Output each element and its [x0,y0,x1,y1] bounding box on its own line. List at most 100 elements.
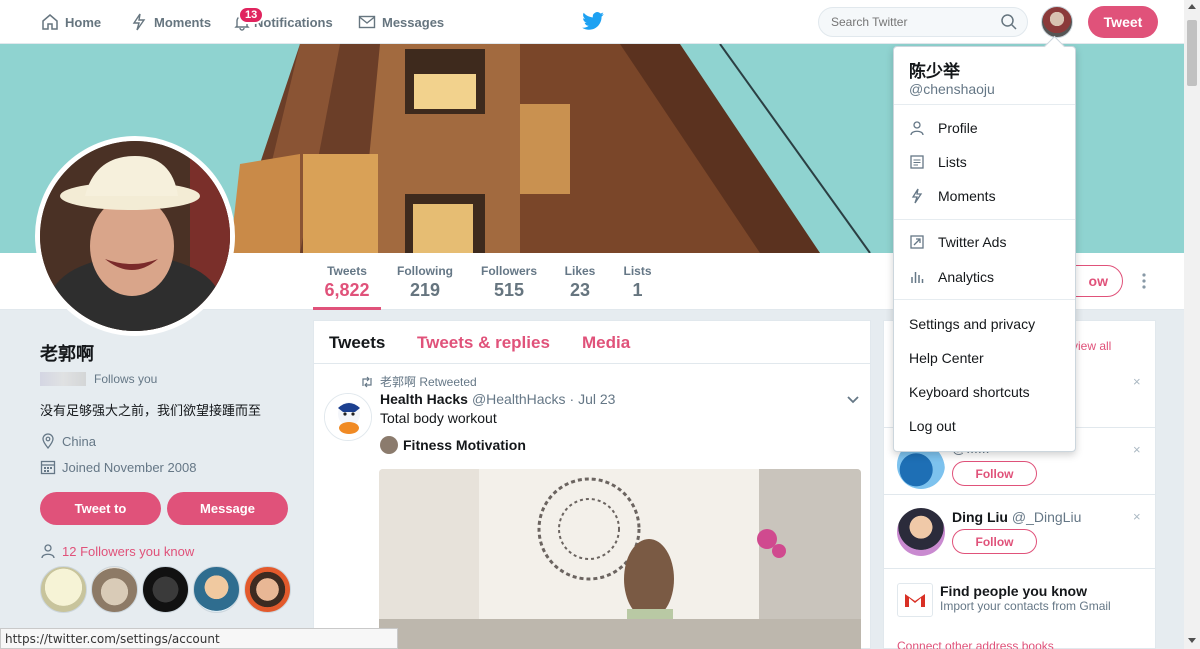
stat-value: 219 [409,280,441,300]
followers-you-know-label: 12 Followers you know [62,543,195,559]
follower-avatar[interactable] [40,566,87,613]
profile-actions: Tweet to Message [40,492,288,525]
suggested-name-row[interactable]: Ding Liu @_DingLiu [952,509,1081,525]
tweet-author-name[interactable]: Health Hacks [380,391,468,407]
tweet-card-title[interactable]: Fitness Motivation [380,436,526,454]
account-avatar-button[interactable] [1041,6,1073,38]
stat-likes[interactable]: Likes 23 [560,253,600,310]
suggested-avatar[interactable] [897,508,945,556]
scroll-thumb[interactable] [1187,20,1197,86]
nav-notifications-label: Notifications [254,14,333,30]
nav-home[interactable]: Home [41,0,101,44]
menu-item-analytics[interactable]: Analytics [909,269,994,285]
retweet-context-label: 老郭啊 Retweeted [380,375,477,389]
home-icon [42,14,58,30]
followers-you-know-avatars [40,566,291,613]
lists-icon [910,155,924,169]
card-avatar [380,436,398,454]
profile-name[interactable]: 老郭啊 [40,340,300,366]
menu-item-label: Settings and privacy [909,316,1036,332]
search-input[interactable] [818,7,1028,37]
find-people-title[interactable]: Find people you know [940,583,1087,599]
dismiss-icon[interactable]: × [1133,509,1141,524]
scroll-up-arrow-icon[interactable] [1188,4,1196,9]
stat-followers[interactable]: Followers 515 [477,253,541,310]
stat-lists[interactable]: Lists 1 [620,253,655,310]
connect-address-books-link[interactable]: Connect other address books [897,639,1054,649]
lightning-icon [132,13,146,31]
menu-item-keyboard-shortcuts[interactable]: Keyboard shortcuts [909,384,1030,400]
dropdown-user-name[interactable]: 陈少举 [909,57,960,82]
menu-item-twitter-ads[interactable]: Twitter Ads [909,234,1006,250]
menu-item-label: Profile [938,120,978,136]
page-scrollbar[interactable] [1184,0,1200,649]
more-options-icon[interactable] [1138,271,1150,291]
gmail-icon[interactable] [897,583,933,617]
tweet-date[interactable]: · Jul 23 [570,391,616,407]
nav-messages[interactable]: Messages [358,0,444,44]
stat-label: Tweets [327,264,367,278]
stat-label: Following [397,264,453,278]
scroll-down-arrow-icon[interactable] [1188,638,1196,643]
follower-avatar[interactable] [193,566,240,613]
followers-you-know-link[interactable]: 12 Followers you know [40,543,194,559]
menu-item-label: Moments [938,188,996,204]
who-to-follow-item [897,508,945,556]
card-title-text: Fitness Motivation [403,437,526,453]
lightning-icon [911,188,923,204]
retweet-context: 老郭啊 Retweeted [360,373,477,390]
twitter-bird-icon[interactable] [582,12,604,30]
follow-suggested-button[interactable]: Follow [952,461,1037,486]
location-text: China [62,433,96,449]
follower-avatar[interactable] [91,566,138,613]
menu-item-moments[interactable]: Moments [909,188,996,204]
menu-item-label: Log out [909,418,956,434]
view-all-link[interactable]: view all [1072,339,1111,353]
menu-item-profile[interactable]: Profile [909,120,978,136]
stat-following[interactable]: Following 219 [393,253,457,310]
menu-item-lists[interactable]: Lists [909,154,967,170]
menu-item-help-center[interactable]: Help Center [909,350,984,366]
tweet-media-image [379,469,861,649]
menu-item-log-out[interactable]: Log out [909,418,956,434]
profile-joined: Joined November 2008 [40,459,300,475]
stat-value: 515 [493,280,525,300]
nav-messages-label: Messages [382,14,445,30]
find-people-subtitle: Import your contacts from Gmail [940,599,1111,613]
dropdown-user-handle[interactable]: @chenshaoju [909,81,995,97]
follower-avatar[interactable] [244,566,291,613]
tab-tweets[interactable]: Tweets [329,333,385,353]
follow-suggested-button[interactable]: Follow [952,529,1037,554]
dismiss-icon[interactable]: × [1133,374,1141,389]
nav-moments-label: Moments [154,14,212,30]
stat-value: 23 [569,280,591,300]
menu-item-settings-privacy[interactable]: Settings and privacy [909,316,1035,332]
tab-media[interactable]: Media [582,333,630,353]
profile-location: China [40,433,300,449]
nav-moments[interactable]: Moments [130,0,211,44]
profile-bio: 没有足够强大之前，我们欲望接踵而至 [40,403,262,418]
message-button[interactable]: Message [167,492,288,525]
menu-divider [894,104,1075,105]
stream-tabs: Tweets Tweets & replies Media [314,321,870,364]
dismiss-icon[interactable]: × [1133,442,1141,457]
tweet-to-button[interactable]: Tweet to [40,492,161,525]
tweet-author-handle[interactable]: @HealthHacks [472,391,566,407]
menu-item-label: Keyboard shortcuts [909,384,1030,400]
stat-label: Followers [480,264,537,278]
notifications-badge: 13 [238,6,265,24]
tweet-button[interactable]: Tweet [1088,6,1158,38]
follows-you-label: Follows you [94,372,158,386]
chevron-down-icon[interactable] [846,395,860,405]
menu-item-label: Help Center [909,350,984,366]
duck-logo-icon [325,394,371,440]
tab-tweets-and-replies[interactable]: Tweets & replies [417,333,550,353]
profile-avatar[interactable] [35,136,235,336]
search-icon[interactable] [1000,13,1018,31]
tweet-author-avatar[interactable] [324,393,372,441]
browser-status-url: https://twitter.com/settings/account [0,628,398,649]
follower-avatar[interactable] [142,566,189,613]
menu-divider [894,219,1075,220]
tweet-media[interactable] [379,469,861,649]
stat-tweets[interactable]: Tweets 6,822 [313,253,381,310]
